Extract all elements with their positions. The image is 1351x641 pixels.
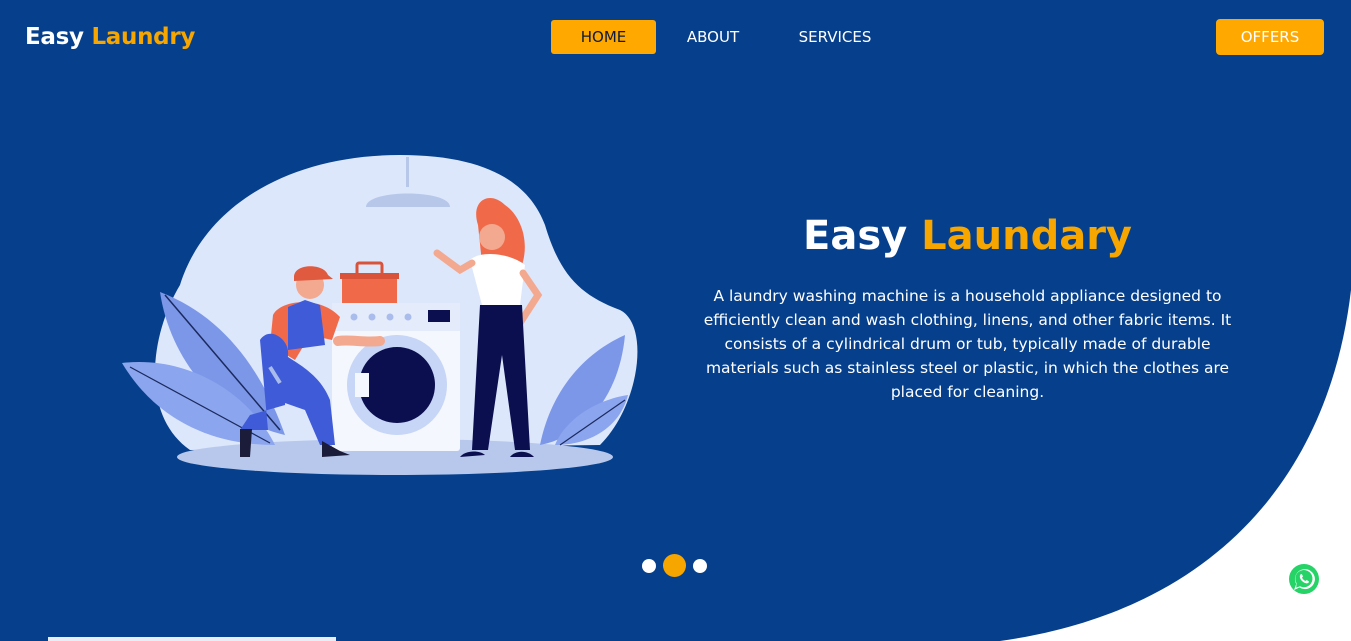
bottom-divider <box>48 637 336 641</box>
navbar: Easy Laundry HOME ABOUT SERVICES OFFERS <box>0 0 1351 74</box>
hero-description: A laundry washing machine is a household… <box>703 287 1232 401</box>
offers-button[interactable]: OFFERS <box>1216 19 1324 55</box>
brand-name-second: Laundry <box>91 24 196 50</box>
hero-title-first: Easy <box>803 213 908 259</box>
hero-title-second: Laundary <box>921 213 1132 259</box>
carousel-dot-1[interactable] <box>642 559 656 573</box>
brand-name-first: Easy <box>25 24 84 50</box>
nav-services[interactable]: SERVICES <box>785 20 885 54</box>
brand-logo[interactable]: Easy Laundry <box>25 22 195 52</box>
whatsapp-icon[interactable] <box>1288 563 1320 595</box>
hero-title: Easy Laundary <box>690 210 1245 262</box>
nav-home[interactable]: HOME <box>551 20 656 54</box>
laundry-illustration <box>122 155 638 475</box>
hero-content: Easy Laundary A laundry washing machine … <box>690 210 1245 404</box>
carousel-dot-2-active[interactable] <box>663 554 686 577</box>
nav-about[interactable]: ABOUT <box>670 20 756 54</box>
carousel-indicators <box>641 554 711 578</box>
carousel-dot-3[interactable] <box>693 559 707 573</box>
